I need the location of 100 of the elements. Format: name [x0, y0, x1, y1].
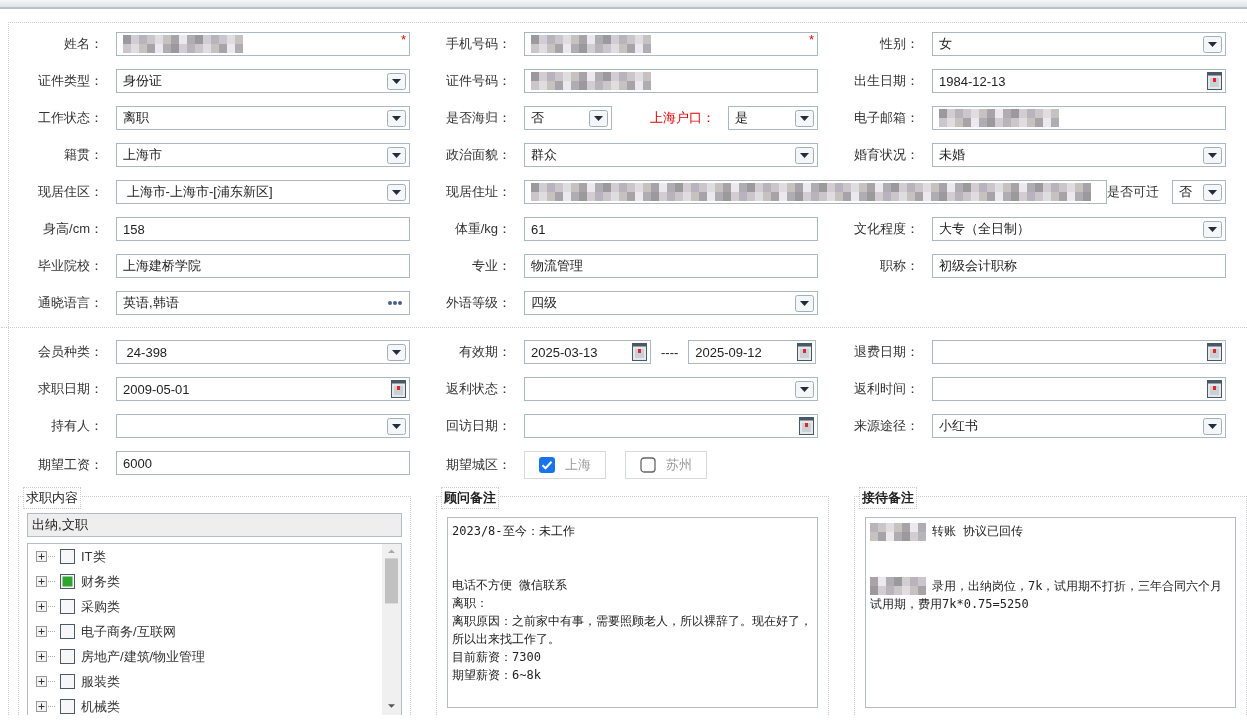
input-field[interactable] — [932, 106, 1226, 130]
text-field[interactable]: 上海建桥学院 — [116, 254, 410, 278]
checkbox[interactable] — [60, 674, 75, 689]
note-line: 电话不方便 微信联系 — [452, 577, 569, 594]
select-field[interactable]: 上海市 — [116, 143, 410, 167]
calendar-icon[interactable] — [1207, 380, 1222, 398]
expand-icon[interactable] — [36, 551, 47, 562]
field-label: 姓名： — [63, 35, 104, 53]
select-field[interactable]: 大专（全日制） — [932, 217, 1226, 241]
date-field[interactable] — [932, 340, 1226, 364]
field-label: 专业： — [471, 257, 512, 275]
select-field[interactable] — [524, 377, 818, 401]
tree-item[interactable]: 财务类 — [81, 572, 120, 591]
date-field[interactable] — [932, 377, 1226, 401]
date-field[interactable]: 2025-09-12 — [688, 340, 817, 364]
text-field[interactable]: 61 — [524, 217, 818, 241]
tree-item[interactable]: IT类 — [81, 547, 106, 566]
dropdown-button[interactable] — [387, 146, 406, 164]
checkbox[interactable] — [539, 457, 555, 473]
dropdown-button[interactable] — [387, 417, 406, 435]
calendar-icon[interactable] — [797, 343, 813, 361]
field-label: 会员种类： — [37, 343, 104, 361]
dropdown-button[interactable] — [387, 343, 406, 361]
dropdown-button[interactable] — [1203, 146, 1222, 164]
expand-icon[interactable] — [36, 626, 47, 637]
select-field[interactable]: 四级 — [524, 291, 818, 315]
tree-item[interactable]: 房地产/建筑/物业管理 — [81, 647, 206, 666]
more-icon[interactable] — [387, 300, 403, 306]
dropdown-button[interactable] — [1203, 220, 1222, 238]
checkbox[interactable] — [60, 699, 75, 714]
input-field[interactable]: * — [116, 32, 410, 56]
notes-textarea[interactable]: 转账 协议已回传 录用，出纳岗位，7k，试用期不打折，三年合同六个月试用期，费用7k*0.75=5250 — [865, 517, 1236, 708]
dropdown-button[interactable] — [795, 380, 814, 398]
pixelated-redaction — [870, 577, 926, 595]
calendar-icon[interactable] — [1207, 343, 1222, 361]
select-field[interactable]: 离职 — [116, 106, 410, 130]
dropdown-button[interactable] — [1203, 183, 1222, 201]
notes-textarea[interactable]: 2023/8-至今：未工作 电话不方便 微信联系 离职： 离职原因：之前家中有事，需要照顾老人，所以裸辞了。现在好了，所以出来找工作了。 目前薪资：7300 期望薪资：6~8k — [447, 517, 818, 708]
field-label: 毕业院校： — [37, 257, 104, 275]
field-label: 证件类型： — [37, 72, 104, 90]
date-field[interactable] — [524, 414, 818, 438]
text-field[interactable]: 物流管理 — [524, 254, 818, 278]
expand-icon[interactable] — [36, 576, 47, 587]
field-label: 退费日期： — [853, 343, 920, 361]
expand-icon[interactable] — [36, 651, 47, 662]
select-field[interactable]: 小红书 — [932, 414, 1226, 438]
select-field[interactable]: 未婚 — [932, 143, 1226, 167]
select-field[interactable]: 上海市-上海市-[浦东新区] — [116, 180, 410, 204]
tree-item[interactable]: 服装类 — [81, 672, 120, 691]
dropdown-button[interactable] — [1203, 417, 1222, 435]
dropdown-button[interactable] — [795, 109, 814, 127]
dropdown-button[interactable] — [387, 72, 406, 90]
dropdown-button[interactable] — [1203, 35, 1222, 53]
input-field[interactable] — [524, 69, 818, 93]
date-field[interactable]: 2009-05-01 — [116, 377, 410, 401]
note-line: 目前薪资：7300 — [452, 649, 542, 666]
checkbox[interactable] — [60, 649, 75, 664]
checkbox[interactable] — [60, 574, 75, 589]
checkbox[interactable] — [640, 457, 656, 473]
checkbox[interactable] — [60, 549, 75, 564]
tree-item[interactable]: 电子商务/互联网 — [81, 622, 176, 641]
checkbox[interactable] — [60, 599, 75, 614]
field-label: 职称： — [879, 257, 920, 275]
field-label: 籍贯： — [63, 146, 104, 164]
select-field[interactable]: 女 — [932, 32, 1226, 56]
dropdown-button[interactable] — [795, 146, 814, 164]
text-field[interactable]: 6000 — [116, 451, 410, 475]
text-field[interactable]: 初级会计职称 — [932, 254, 1226, 278]
calendar-icon[interactable] — [391, 380, 406, 398]
expand-icon[interactable] — [36, 601, 47, 612]
section-title: 求职内容 — [23, 487, 81, 509]
select-field[interactable]: 群众 — [524, 143, 818, 167]
select-field[interactable]: 24-398 — [116, 340, 410, 364]
expand-icon[interactable] — [36, 676, 47, 687]
select-field[interactable]: 身份证 — [116, 69, 410, 93]
date-field[interactable]: 2025-03-13 — [524, 340, 651, 364]
calendar-icon[interactable] — [1207, 72, 1222, 90]
date-field[interactable]: 1984-12-13 — [932, 69, 1226, 93]
input-field[interactable]: * — [524, 32, 818, 56]
input-field[interactable] — [524, 180, 1107, 204]
dropdown-button[interactable] — [589, 109, 608, 127]
select-field[interactable] — [116, 414, 410, 438]
dropdown-button[interactable] — [387, 183, 406, 201]
field-label: 返利状态： — [445, 380, 512, 398]
select-field[interactable]: 是 — [728, 106, 818, 130]
select-field[interactable]: 否 — [524, 106, 612, 130]
field-label: 现居住址： — [445, 183, 512, 201]
select-field[interactable]: 否 — [1172, 180, 1226, 204]
dropdown-button[interactable] — [795, 294, 814, 312]
tree-item[interactable]: 采购类 — [81, 597, 120, 616]
picker-field[interactable]: 英语,韩语 — [116, 291, 410, 315]
field-label: 工作状态： — [37, 109, 104, 127]
checkbox[interactable] — [60, 624, 75, 639]
calendar-icon[interactable] — [632, 343, 647, 361]
field-label: 期望城区： — [445, 456, 512, 474]
text-field[interactable]: 158 — [116, 217, 410, 241]
dropdown-button[interactable] — [387, 109, 406, 127]
expand-icon[interactable] — [36, 701, 47, 712]
calendar-icon[interactable] — [799, 417, 814, 435]
tree-item[interactable]: 机械类 — [81, 697, 120, 716]
